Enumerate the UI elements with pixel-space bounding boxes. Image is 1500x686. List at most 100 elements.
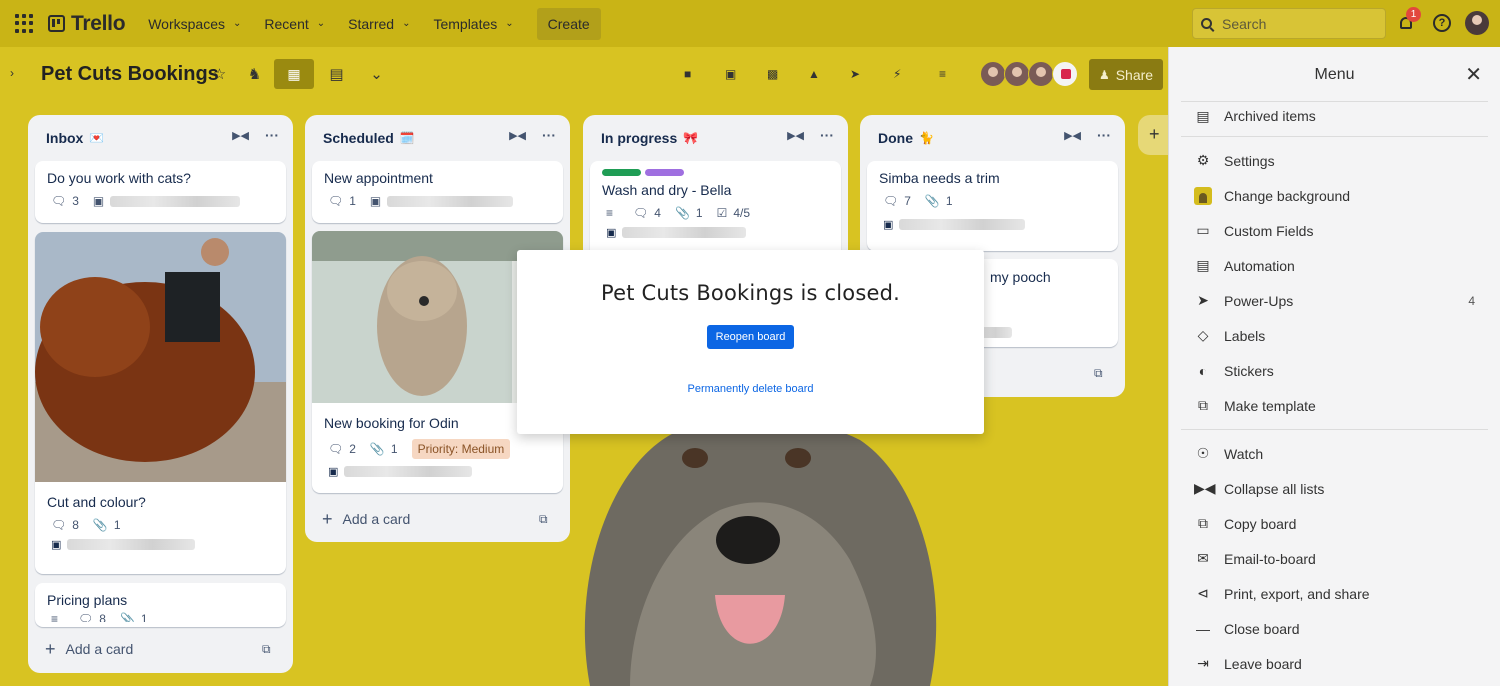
card-template-icon[interactable]: ⧉ bbox=[1094, 366, 1103, 381]
workspace-visibility-icon[interactable]: ♞ bbox=[246, 66, 263, 83]
comments-badge: 🗨 7 bbox=[883, 194, 911, 208]
menu-item-archived-items[interactable]: ▤ Archived items bbox=[1169, 102, 1500, 130]
add-card-button[interactable]: + Add a card bbox=[322, 510, 411, 528]
account-avatar[interactable] bbox=[1465, 11, 1489, 35]
member-avatar[interactable] bbox=[1004, 61, 1030, 87]
add-list-button[interactable]: + bbox=[1138, 115, 1168, 155]
add-card-label: Add a card bbox=[342, 511, 411, 527]
menu-item-label: Settings bbox=[1224, 152, 1275, 169]
expand-sidebar-icon[interactable]: › bbox=[10, 66, 14, 80]
member-avatar[interactable] bbox=[1052, 61, 1078, 87]
create-button[interactable]: Create bbox=[536, 7, 601, 40]
star-icon[interactable]: ☆ bbox=[211, 66, 228, 83]
card[interactable]: Pricing plans ≡ 🗨 8 📎 1 bbox=[35, 583, 286, 627]
card[interactable]: Simba needs a trim 🗨 7 📎 1 ▣ bbox=[867, 161, 1118, 251]
menu-item-print-export-share[interactable]: ⊲ Print, export, and share bbox=[1169, 576, 1500, 611]
board-menu-panel: Menu ✕ ▤ Archived items ⚙ Settings Change … bbox=[1168, 47, 1500, 686]
notification-badge: 1 bbox=[1406, 7, 1421, 22]
template-icon: ⧉ bbox=[1198, 397, 1208, 413]
notifications-button[interactable]: 1 bbox=[1398, 7, 1421, 32]
background-dog-image bbox=[584, 420, 937, 686]
leave-icon: ⇥ bbox=[1197, 655, 1209, 671]
recent-menu[interactable]: Recent ⌄ bbox=[264, 16, 325, 32]
power-ups-count: 4 bbox=[1468, 293, 1475, 308]
menu-item-close-board[interactable]: — Close board bbox=[1169, 611, 1500, 646]
collapse-list-icon[interactable]: ▶◀ bbox=[787, 129, 804, 142]
list-title[interactable]: Inbox bbox=[46, 130, 83, 146]
attachment-icon: 📎 bbox=[924, 194, 940, 208]
workspaces-menu[interactable]: Workspaces ⌄ bbox=[148, 16, 241, 32]
list-menu-icon[interactable]: ··· bbox=[1097, 127, 1111, 143]
collapse-icon: ▶◀ bbox=[1194, 480, 1216, 496]
card[interactable]: Cut and colour? 🗨 8 📎 1 ▣ bbox=[35, 232, 286, 574]
add-card-label: Add a card bbox=[65, 641, 134, 657]
card[interactable]: Wash and dry - Bella ≡ 🗨 4 📎 1 ☑ 4/5 ▣ bbox=[590, 161, 841, 261]
priority-badge: Priority: Medium bbox=[411, 439, 511, 459]
card-title: New appointment bbox=[324, 170, 433, 186]
card-template-icon[interactable]: ⧉ bbox=[539, 512, 548, 527]
menu-item-change-background[interactable]: Change background bbox=[1169, 178, 1500, 213]
close-icon[interactable]: ✕ bbox=[1465, 47, 1482, 103]
menu-item-collapse-all-lists[interactable]: ▶◀ Collapse all lists bbox=[1169, 471, 1500, 506]
attachment-icon: 📎 bbox=[92, 518, 108, 532]
collapse-list-icon[interactable]: ▶◀ bbox=[509, 129, 526, 142]
menu-item-power-ups[interactable]: ➤ Power-Ups 4 bbox=[1169, 283, 1500, 318]
powerup-calendar-icon[interactable]: ▣ bbox=[725, 67, 736, 81]
list-header[interactable]: Scheduled 🗓️ ▶◀ ··· bbox=[305, 115, 570, 161]
powerup-sync-icon[interactable]: ▲ bbox=[808, 67, 820, 81]
table-view-icon[interactable]: ▤ bbox=[328, 66, 345, 83]
member-avatar[interactable] bbox=[980, 61, 1006, 87]
list-menu-icon[interactable]: ··· bbox=[265, 127, 279, 143]
templates-menu[interactable]: Templates ⌄ bbox=[433, 16, 513, 32]
card-labels[interactable] bbox=[590, 161, 841, 176]
list-header[interactable]: Done 🐈 ▶◀ ··· bbox=[860, 115, 1125, 161]
search-input[interactable]: Search bbox=[1192, 8, 1386, 39]
card[interactable]: Do you work with cats? 🗨 3 ▣ bbox=[35, 161, 286, 223]
menu-item-watch[interactable]: ☉ Watch bbox=[1169, 436, 1500, 471]
collapse-list-icon[interactable]: ▶◀ bbox=[1064, 129, 1081, 142]
app-switcher-icon[interactable] bbox=[15, 13, 35, 34]
list-title[interactable]: In progress bbox=[601, 130, 677, 146]
automation-bolt-icon[interactable]: ⚡ bbox=[893, 67, 901, 81]
powerup-card-icon[interactable]: ■ bbox=[684, 67, 691, 81]
menu-item-stickers[interactable]: ◐ Stickers bbox=[1169, 353, 1500, 388]
minus-icon: — bbox=[1196, 620, 1210, 637]
list-menu-icon[interactable]: ··· bbox=[542, 127, 556, 143]
board-view-button[interactable]: ▦ bbox=[274, 59, 314, 89]
reopen-board-button[interactable]: Reopen board bbox=[706, 325, 795, 349]
powerup-map-icon[interactable]: ▩ bbox=[767, 67, 778, 81]
board-title[interactable]: Pet Cuts Bookings bbox=[41, 63, 219, 86]
menu-item-leave-board[interactable]: ⇥ Leave board bbox=[1169, 646, 1500, 681]
collapse-list-icon[interactable]: ▶◀ bbox=[232, 129, 249, 142]
card-template-icon[interactable]: ⧉ bbox=[262, 642, 271, 657]
board-members[interactable] bbox=[980, 61, 1078, 87]
card-title: Wash and dry - Bella bbox=[602, 182, 732, 198]
card[interactable]: New appointment 🗨 1 ▣ bbox=[312, 161, 563, 223]
menu-item-settings[interactable]: ⚙ Settings bbox=[1169, 143, 1500, 178]
menu-item-custom-fields[interactable]: ▭ Custom Fields bbox=[1169, 213, 1500, 248]
search-icon bbox=[1201, 18, 1212, 29]
help-icon[interactable]: ? bbox=[1433, 14, 1451, 32]
starred-menu[interactable]: Starred ⌄ bbox=[348, 16, 410, 32]
member-avatar[interactable] bbox=[1028, 61, 1054, 87]
menu-item-labels[interactable]: ◇ Labels bbox=[1169, 318, 1500, 353]
menu-item-make-template[interactable]: ⧉ Make template bbox=[1169, 388, 1500, 423]
powerup-rocket-icon[interactable]: ➤ bbox=[850, 67, 860, 81]
list-title[interactable]: Scheduled bbox=[323, 130, 394, 146]
menu-item-automation[interactable]: ▤ Automation bbox=[1169, 248, 1500, 283]
menu-item-label: Stickers bbox=[1224, 362, 1274, 379]
menu-item-copy-board[interactable]: ⧉ Copy board bbox=[1169, 506, 1500, 541]
list-header[interactable]: Inbox 💌 ▶◀ ··· bbox=[28, 115, 293, 161]
views-chevron-down-icon[interactable]: ⌄ bbox=[368, 66, 385, 83]
trello-logo[interactable]: Trello bbox=[48, 12, 126, 36]
member-icon: ▣ bbox=[328, 466, 339, 478]
list-menu-icon[interactable]: ··· bbox=[820, 127, 834, 143]
filter-icon[interactable]: ≡ bbox=[939, 67, 946, 81]
menu-item-email-to-board[interactable]: ✉ Email-to-board bbox=[1169, 541, 1500, 576]
share-button[interactable]: ♟ Share bbox=[1089, 59, 1163, 90]
permanently-delete-board-link[interactable]: Permanently delete board bbox=[517, 383, 984, 395]
list-header[interactable]: In progress 🎀 ▶◀ ··· bbox=[583, 115, 848, 161]
list-title[interactable]: Done bbox=[878, 130, 913, 146]
menu-item-label: Copy board bbox=[1224, 515, 1297, 532]
add-card-button[interactable]: + Add a card bbox=[45, 640, 134, 658]
